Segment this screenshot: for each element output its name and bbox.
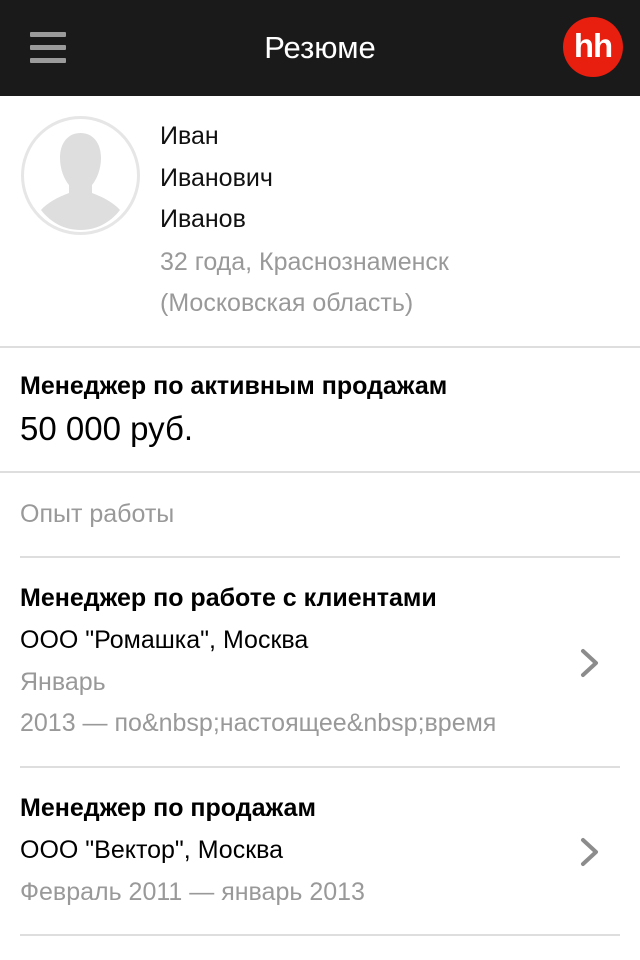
job-item[interactable]: Менеджер по продажам ООО "Вектор", Москв… — [0, 768, 640, 934]
avatar-placeholder-icon — [21, 116, 140, 235]
patronymic: Иванович — [160, 164, 273, 192]
age-city: 32 года, Краснознаменск — [160, 248, 449, 276]
job-item[interactable]: Менеджер по работе с клиентами ООО "Рома… — [0, 558, 640, 766]
profile-section: Иван Иванович Иванов 32 года, Краснознам… — [0, 96, 640, 348]
job-period: Февраль 2011 — январь 2013 — [20, 878, 365, 906]
region: (Московская область) — [160, 289, 414, 317]
experience-section-title: Опыт работы — [20, 500, 175, 528]
first-name: Иван — [160, 122, 219, 150]
job-company: ООО "Вектор", Москва — [20, 836, 284, 864]
job-title: Менеджер по продажам — [20, 794, 316, 822]
divider — [0, 471, 640, 473]
chevron-right-icon[interactable] — [578, 835, 602, 869]
hamburger-menu-icon[interactable] — [30, 32, 66, 64]
hh-logo[interactable]: hh — [563, 17, 623, 77]
divider — [0, 346, 640, 348]
desired-position: Менеджер по активным продажам — [20, 372, 448, 400]
page-title: Резюме — [264, 30, 376, 65]
desired-salary: 50 000 руб. — [20, 410, 194, 447]
job-company: ООО "Ромашка", Москва — [20, 626, 309, 654]
top-bar: Резюме hh — [0, 0, 640, 96]
divider — [20, 934, 620, 936]
chevron-right-icon[interactable] — [578, 646, 602, 680]
job-period: Январь — [20, 668, 106, 696]
job-period: 2013 — по&nbsp;настоящее&nbsp;время — [20, 709, 497, 737]
last-name: Иванов — [160, 205, 246, 233]
job-title: Менеджер по работе с клиентами — [20, 584, 437, 612]
